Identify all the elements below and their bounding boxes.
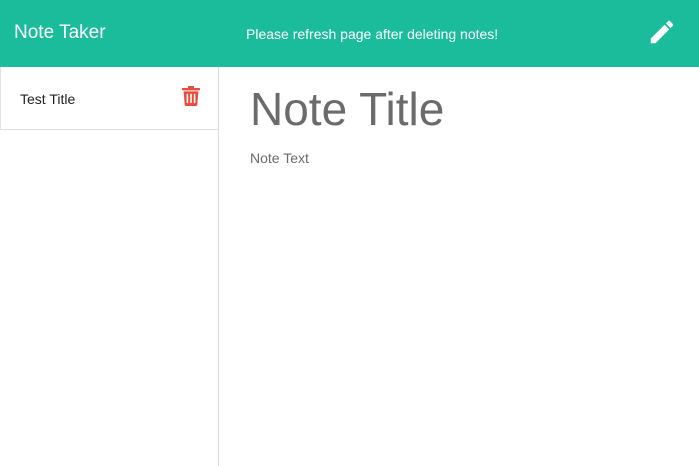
list-item[interactable]: Test Title	[0, 67, 218, 130]
note-list-title[interactable]: Test Title	[20, 90, 75, 108]
navbar: Note Taker Please refresh page after del…	[0, 0, 699, 67]
notes-sidebar: Test Title	[0, 67, 219, 466]
note-editor	[220, 67, 699, 466]
pencil-icon[interactable]	[647, 17, 677, 47]
refresh-notice: Please refresh page after deleting notes…	[246, 26, 499, 42]
brand-title[interactable]: Note Taker	[14, 20, 106, 46]
note-title-input[interactable]	[250, 81, 670, 137]
note-text-input[interactable]	[250, 149, 670, 449]
trash-icon[interactable]	[182, 86, 200, 106]
